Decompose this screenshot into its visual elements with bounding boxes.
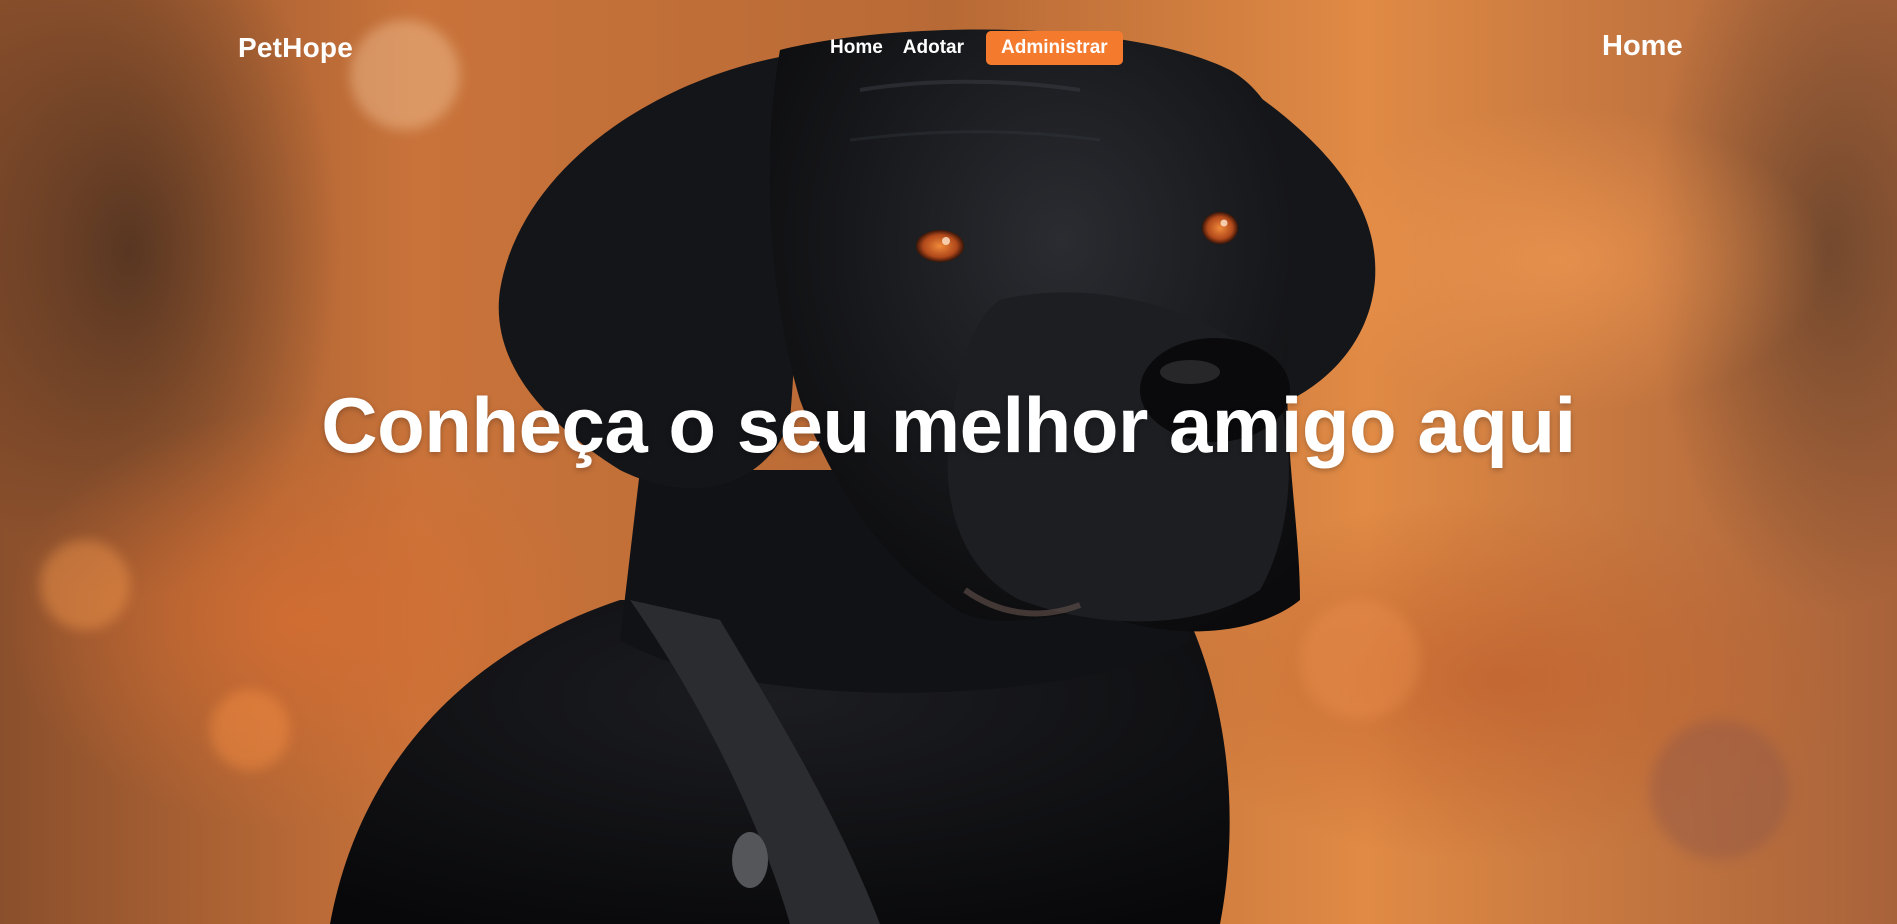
hero-headline: Conheça o seu melhor amigo aqui: [321, 381, 1576, 469]
administrar-button[interactable]: Administrar: [986, 31, 1123, 65]
brand-logo[interactable]: PetHope: [238, 32, 353, 64]
nav-links: Home Adotar Administrar: [820, 30, 1123, 66]
nav-link-adotar[interactable]: Adotar: [893, 30, 974, 66]
top-navbar: PetHope Home Adotar Administrar Home: [0, 0, 1897, 96]
nav-link-home[interactable]: Home: [820, 30, 893, 66]
page-title: Home: [1602, 30, 1683, 62]
hero-section: PetHope Home Adotar Administrar Home Con…: [0, 0, 1897, 924]
